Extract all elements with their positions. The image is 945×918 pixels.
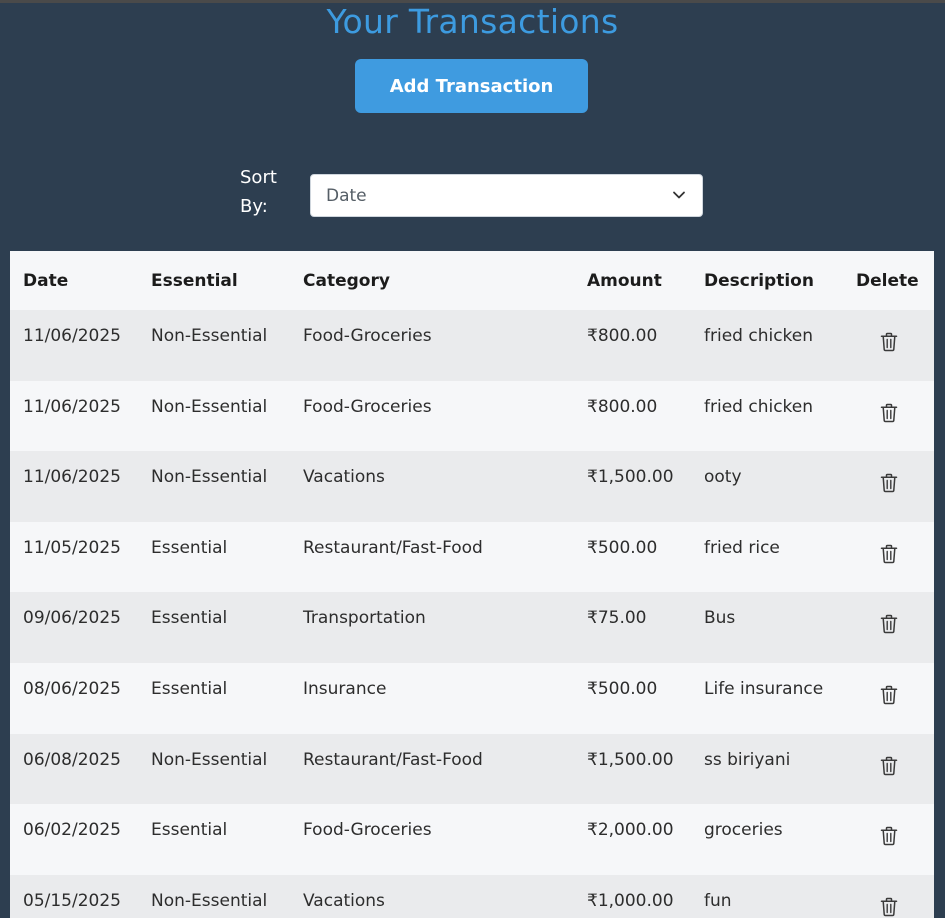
table-row: 11/06/2025 Non-Essential Food-Groceries ₹80…	[10, 310, 934, 381]
delete-button[interactable]	[880, 685, 898, 710]
cell-description: ss biriyani	[691, 733, 843, 805]
header-date: Date	[10, 251, 138, 310]
delete-button[interactable]	[880, 615, 898, 639]
table-header-row: Date Essential Category Amount Descripti…	[10, 251, 934, 310]
cell-category: Food-Groceries	[290, 380, 574, 452]
delete-button[interactable]	[880, 473, 898, 498]
cell-amount: ₹500.00	[574, 662, 691, 734]
delete-button[interactable]	[880, 826, 898, 851]
sort-by-label: Sort By:	[240, 167, 277, 217]
trash-icon[interactable]	[880, 756, 898, 776]
cell-description: fried rice	[691, 521, 843, 593]
cell-description: Bus	[691, 592, 843, 663]
cell-date: 05/15/2025	[10, 874, 138, 918]
cell-category: Vacations	[290, 874, 574, 918]
trash-icon[interactable]	[880, 685, 898, 705]
cell-amount: ₹1,500.00	[574, 451, 691, 522]
cell-delete	[843, 521, 934, 593]
header-delete: Delete	[843, 251, 934, 310]
cell-amount: ₹1,000.00	[574, 874, 691, 918]
delete-button[interactable]	[880, 403, 898, 428]
cell-delete	[843, 662, 934, 734]
table-body: 11/06/2025 Non-Essential Food-Groceries ₹80…	[10, 310, 934, 918]
sort-by-select[interactable]: Date	[310, 174, 703, 217]
cell-essential: Non-Essential	[138, 874, 290, 918]
delete-button[interactable]	[880, 544, 898, 569]
trash-icon[interactable]	[880, 473, 898, 493]
delete-button[interactable]	[880, 332, 898, 357]
cell-delete	[843, 874, 934, 918]
cell-delete	[843, 380, 934, 452]
cell-essential: Essential	[138, 592, 290, 663]
header-description: Description	[691, 251, 843, 310]
cell-date: 11/06/2025	[10, 451, 138, 522]
cell-essential: Essential	[138, 662, 290, 734]
header-amount: Amount	[574, 251, 691, 310]
trash-icon[interactable]	[880, 332, 898, 352]
sort-by-value: Date	[326, 185, 367, 206]
cell-category: Vacations	[290, 451, 574, 522]
cell-category: Food-Groceries	[290, 804, 574, 875]
transactions-table-container[interactable]: Date Essential Category Amount Descripti…	[10, 251, 934, 918]
cell-date: 06/08/2025	[10, 733, 138, 805]
cell-essential: Non-Essential	[138, 310, 290, 381]
cell-amount: ₹75.00	[574, 592, 691, 663]
cell-essential: Non-Essential	[138, 451, 290, 522]
table-row: 09/06/2025 Essential Transportation ₹75.00 B…	[10, 592, 934, 663]
cell-amount: ₹500.00	[574, 521, 691, 593]
cell-description: groceries	[691, 804, 843, 875]
cell-delete	[843, 733, 934, 805]
cell-date: 11/06/2025	[10, 310, 138, 381]
cell-description: fried chicken	[691, 380, 843, 452]
table-row: 08/06/2025 Essential Insurance ₹500.00 Life …	[10, 662, 934, 734]
table-row: 05/15/2025 Non-Essential Vacations ₹1,000.0…	[10, 874, 934, 918]
chevron-down-icon	[673, 191, 685, 199]
cell-amount: ₹1,500.00	[574, 733, 691, 805]
trash-icon[interactable]	[880, 614, 898, 634]
cell-amount: ₹2,000.00	[574, 804, 691, 875]
add-transaction-button[interactable]: Add Transaction	[355, 59, 588, 113]
trash-icon[interactable]	[880, 403, 898, 423]
cell-delete	[843, 804, 934, 875]
cell-essential: Essential	[138, 804, 290, 875]
cell-amount: ₹800.00	[574, 380, 691, 452]
cell-delete	[843, 310, 934, 381]
cell-description: fried chicken	[691, 310, 843, 381]
cell-essential: Non-Essential	[138, 733, 290, 805]
table-row: 06/08/2025 Non-Essential Restaurant/Fast-F…	[10, 733, 934, 805]
cell-date: 08/06/2025	[10, 662, 138, 734]
cell-description: Life insurance	[691, 662, 843, 734]
cell-description: ooty	[691, 451, 843, 522]
cell-date: 06/02/2025	[10, 804, 138, 875]
delete-button[interactable]	[880, 756, 898, 781]
cell-date: 09/06/2025	[10, 592, 138, 663]
table-row: 06/02/2025 Essential Food-Groceries ₹2,000.…	[10, 804, 934, 875]
transactions-table: Date Essential Category Amount Descripti…	[10, 251, 934, 918]
cell-category: Restaurant/Fast-Food	[290, 733, 574, 805]
header-essential: Essential	[138, 251, 290, 310]
table-row: 11/06/2025 Non-Essential Vacations ₹1,500.0…	[10, 451, 934, 522]
cell-category: Insurance	[290, 662, 574, 734]
trash-icon[interactable]	[880, 544, 898, 564]
trash-icon[interactable]	[880, 826, 898, 846]
cell-category: Food-Groceries	[290, 310, 574, 381]
trash-icon[interactable]	[880, 897, 898, 917]
delete-button[interactable]	[880, 897, 898, 918]
cell-amount: ₹800.00	[574, 310, 691, 381]
header-category: Category	[290, 251, 574, 310]
cell-category: Transportation	[290, 592, 574, 663]
page-title: Your Transactions	[326, 2, 619, 41]
cell-date: 11/06/2025	[10, 380, 138, 452]
cell-description: fun	[691, 874, 843, 918]
cell-delete	[843, 451, 934, 522]
table-row: 11/06/2025 Non-Essential Food-Groceries ₹80…	[10, 380, 934, 452]
table-row: 11/05/2025 Essential Restaurant/Fast-Food ₹…	[10, 521, 934, 593]
cell-essential: Non-Essential	[138, 380, 290, 452]
cell-date: 11/05/2025	[10, 521, 138, 593]
cell-delete	[843, 592, 934, 663]
cell-essential: Essential	[138, 521, 290, 593]
cell-category: Restaurant/Fast-Food	[290, 521, 574, 593]
